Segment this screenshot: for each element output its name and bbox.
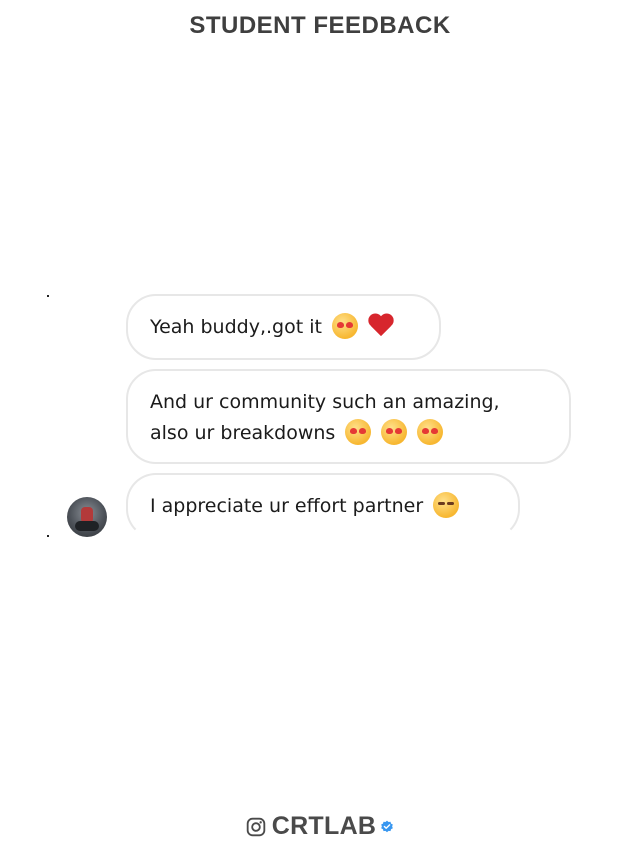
screenshot-edge-mark (47, 295, 49, 297)
hugging-face-icon (433, 492, 460, 518)
message-bubble-3: I appreciate ur effort partner (126, 473, 520, 539)
smiling-face-with-hearts-icon (345, 419, 372, 445)
message-bubble-1: Yeah buddy,.got it (126, 294, 441, 360)
avatar[interactable] (67, 497, 107, 537)
message-text: Yeah buddy,.got it (150, 316, 322, 338)
footer-brand: CRTLAB (0, 812, 640, 841)
screenshot-edge-mark (47, 535, 49, 537)
verified-badge-icon (381, 820, 394, 832)
red-heart-icon (368, 314, 394, 338)
heart-eyes-icon (332, 313, 358, 339)
message-bubble-2: And ur community such an amazing, also u… (126, 369, 571, 464)
message-text: also ur breakdowns (150, 422, 336, 444)
smiling-face-with-hearts-icon (417, 419, 444, 445)
instagram-icon (246, 817, 265, 836)
message-text: I appreciate ur effort partner (150, 495, 424, 517)
page-title: STUDENT FEEDBACK (189, 12, 451, 39)
brand-name: CRTLAB (271, 812, 377, 840)
message-text: And ur community such an amazing, (150, 391, 500, 413)
smiling-face-with-hearts-icon (381, 419, 408, 445)
